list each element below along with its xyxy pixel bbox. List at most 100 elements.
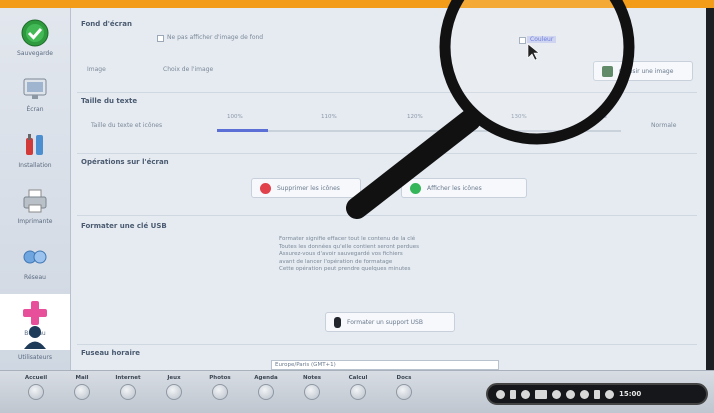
sidebar-item-backup[interactable]: Sauvegarde (0, 14, 70, 70)
usb-info-line: Formater signifie effacer tout le conten… (279, 236, 416, 242)
show-icons-label: Afficher les icônes (427, 184, 482, 192)
usb-info-line: avant de lancer l'opération de formatage (279, 258, 393, 265)
trash-icon[interactable] (594, 389, 600, 399)
dock-item-home[interactable]: Accueil (18, 375, 54, 400)
actions-title: Opérations sur l'écran (81, 158, 169, 166)
wallpaper-title: Fond d'écran (81, 20, 132, 28)
usb-info-line: Toutes les données qu'elle contient sero… (279, 243, 419, 250)
dock-item-calendar[interactable]: Agenda (248, 375, 284, 400)
usb-info-line: Assurez-vous d'avoir sauvegardé vos fich… (279, 251, 403, 257)
tools-icon (26, 134, 43, 155)
volume-icon[interactable] (521, 389, 530, 399)
timezone-title: Fuseau horaire (81, 349, 141, 357)
network-icon (23, 250, 47, 264)
image-label: Image (87, 66, 106, 73)
green-check-icon (21, 19, 49, 47)
image-icon (602, 65, 613, 77)
usb-info-text: Formater signifie effacer tout le conten… (279, 236, 514, 274)
dock-item-docs[interactable]: Docs (386, 375, 422, 400)
dock-label: Calcul (348, 375, 368, 381)
printer-icon (23, 189, 47, 213)
dock-item-calculator[interactable]: Calcul (340, 375, 376, 400)
sidebar-item-label: Imprimante (17, 218, 53, 225)
mail-icon (74, 384, 90, 400)
wifi-icon[interactable] (566, 389, 575, 399)
dock-label: Agenda (254, 375, 278, 381)
text-size-slider-fill (217, 129, 268, 132)
usb-title: Formater une clé USB (81, 222, 167, 230)
dock-item-photos[interactable]: Photos (202, 375, 238, 400)
check-icon (410, 182, 421, 194)
sidebar-item-installation[interactable]: Installation (0, 126, 70, 182)
timezone-select[interactable]: Europe/Paris (GMT+1) (271, 360, 499, 370)
user-icon (24, 326, 46, 349)
format-usb-button[interactable]: Formater un support USB (325, 312, 455, 332)
sidebar-item-screen[interactable]: Écran (0, 70, 70, 126)
usb-info-line: Cette opération peut prendre quelques mi… (279, 266, 411, 272)
text-size-label: Taille du texte et icônes (91, 122, 163, 129)
calculator-icon (350, 384, 366, 400)
tick-label: 100% (227, 114, 243, 120)
text-size-normal-label: Normale (651, 122, 677, 129)
dock-label: Photos (209, 375, 231, 381)
battery-icon[interactable] (535, 389, 547, 399)
dock-item-mail[interactable]: Mail (64, 375, 100, 400)
text-size-slider[interactable] (217, 130, 621, 132)
games-icon (166, 384, 182, 400)
tick-label: 130% (511, 114, 527, 120)
calendar-icon (258, 384, 274, 400)
sidebar-item-label: Installation (18, 162, 52, 169)
globe-icon (120, 384, 136, 400)
brightness-icon[interactable] (580, 389, 589, 399)
divider (77, 92, 697, 93)
window-edge (706, 8, 714, 370)
show-icons-button[interactable]: Afficher les icônes (401, 178, 527, 198)
sidebar-item-label: Sauvegarde (17, 50, 53, 57)
text-size-title: Taille du texte (81, 97, 138, 105)
usb-drive-icon (334, 316, 341, 328)
network-status-icon[interactable] (552, 389, 561, 399)
dock-label: Notes (302, 375, 321, 381)
dock-item-internet[interactable]: Internet (110, 375, 146, 400)
choose-image-label: Choisir une image (619, 67, 674, 75)
delete-icon (260, 182, 271, 194)
settings-icon[interactable] (496, 389, 505, 399)
sidebar-item-printer[interactable]: Imprimante (0, 182, 70, 238)
tick-label: 140% (591, 114, 607, 120)
keyboard-icon[interactable] (510, 389, 516, 399)
format-usb-label: Formater un support USB (347, 318, 423, 326)
sidebar-item-network[interactable]: Réseau (0, 238, 70, 294)
color-checkbox[interactable] (519, 37, 526, 44)
tick-label: 120% (407, 114, 423, 120)
power-icon[interactable] (605, 389, 614, 399)
system-tray: 15:00 (486, 383, 708, 405)
sidebar: Sauvegarde Écran Installation Imprimante… (0, 8, 71, 370)
sidebar-item-label: Écran (26, 106, 44, 113)
documents-icon (396, 384, 412, 400)
sidebar-item-users-content[interactable]: Utilisateurs (0, 318, 70, 374)
divider (77, 215, 697, 216)
top-accent-bar (0, 0, 714, 8)
tick-label: 110% (321, 114, 337, 120)
home-icon (28, 384, 44, 400)
color-link[interactable]: Couleur (527, 36, 557, 43)
no-background-checkbox[interactable] (157, 35, 164, 42)
dock-label: Jeux (167, 375, 181, 381)
notes-icon (304, 384, 320, 400)
image-value: Choix de l'image (163, 66, 214, 73)
delete-icons-button[interactable]: Supprimer les icônes (251, 178, 361, 198)
divider (77, 153, 697, 154)
photos-icon (212, 384, 228, 400)
delete-icons-label: Supprimer les icônes (277, 184, 340, 192)
sidebar-item-label: Réseau (24, 274, 46, 281)
dock-label: Mail (75, 375, 89, 381)
bottom-dock: Accueil Mail Internet Jeux Photos Agenda… (0, 370, 714, 413)
choose-image-button[interactable]: Choisir une image (593, 61, 693, 81)
sidebar-item-label: Utilisateurs (18, 354, 52, 361)
dock-item-notes[interactable]: Notes (294, 375, 330, 400)
divider (77, 344, 697, 345)
dock-item-games[interactable]: Jeux (156, 375, 192, 400)
dock-label: Accueil (24, 375, 48, 381)
no-background-label: Ne pas afficher d'image de fond (167, 34, 264, 41)
clock: 15:00 (619, 390, 642, 398)
